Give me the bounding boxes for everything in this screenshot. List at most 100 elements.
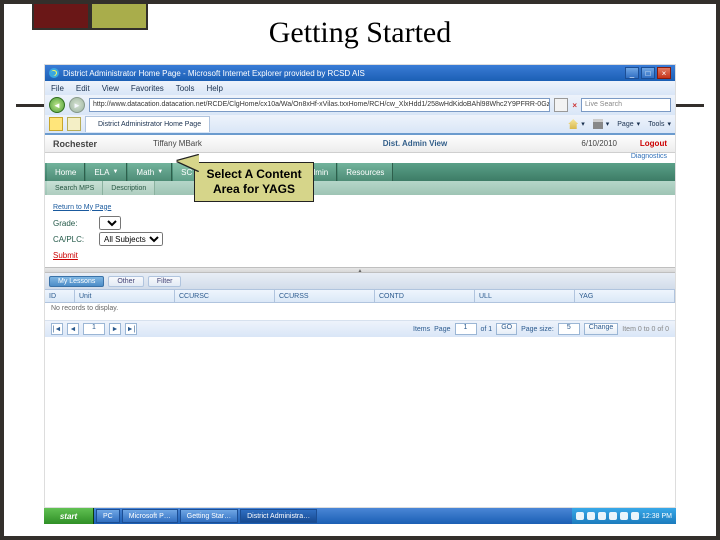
- refresh-button[interactable]: [554, 98, 568, 112]
- pager-next-button[interactable]: ►: [109, 323, 121, 335]
- browser-tab-row: District Administrator Home Page ▾ ▾ Pag…: [45, 115, 675, 133]
- taskbar-item-active[interactable]: District Administra…: [240, 509, 317, 523]
- taskbar-item[interactable]: Microsoft P…: [122, 509, 178, 523]
- tray-icon[interactable]: [598, 512, 606, 520]
- content-area-select[interactable]: All Subjects: [99, 232, 163, 246]
- add-favorites-icon[interactable]: [67, 117, 81, 131]
- app-nav-tabs: Home ELA▼ Math▼ SC▼ Grade Reports Admin …: [45, 163, 675, 181]
- filter-panel: Return to My Page Grade: CA/PLC: All Sub…: [45, 195, 675, 267]
- pager-prev-button[interactable]: ◄: [67, 323, 79, 335]
- system-tray[interactable]: 12:38 PM: [572, 508, 676, 524]
- menu-favorites[interactable]: Favorites: [131, 84, 164, 93]
- window-title: District Administrator Home Page - Micro…: [63, 69, 625, 78]
- maximize-button[interactable]: □: [641, 67, 655, 79]
- tab-math[interactable]: Math▼: [128, 163, 172, 181]
- menu-tools[interactable]: Tools: [176, 84, 195, 93]
- windows-taskbar: start PC Microsoft P… Getting Star… Dist…: [44, 508, 676, 524]
- menu-file[interactable]: File: [51, 84, 64, 93]
- grid-col-ccursc[interactable]: CCURSC: [175, 290, 275, 302]
- pager-last-button[interactable]: ►|: [125, 323, 137, 335]
- tray-clock: 12:38 PM: [642, 513, 672, 520]
- pager-of: of 1: [481, 326, 493, 333]
- start-button[interactable]: start: [44, 508, 94, 524]
- minimize-button[interactable]: _: [625, 67, 639, 79]
- tray-icon[interactable]: [587, 512, 595, 520]
- pager-page-label: Page: [434, 326, 450, 333]
- address-bar[interactable]: http://www.datacation.datacation.net/RCD…: [89, 98, 550, 112]
- grade-select[interactable]: [99, 216, 121, 230]
- taskbar-item[interactable]: PC: [96, 509, 120, 523]
- pager-item-count: Item 0 to 0 of 0: [622, 326, 669, 333]
- logout-link[interactable]: Logout: [617, 139, 667, 148]
- close-icon[interactable]: ×: [572, 101, 577, 110]
- favorites-icon[interactable]: [49, 117, 63, 131]
- current-date: 6/10/2010: [557, 139, 617, 148]
- taskbar-item[interactable]: Getting Star…: [180, 509, 238, 523]
- filter-button[interactable]: Filter: [148, 276, 182, 287]
- district-label: Rochester: [53, 139, 153, 149]
- menu-help[interactable]: Help: [206, 84, 222, 93]
- tab-resources[interactable]: Resources: [338, 163, 393, 181]
- pager-change-button[interactable]: Change: [584, 323, 619, 335]
- menu-edit[interactable]: Edit: [76, 84, 90, 93]
- pager-page-size-label: Page size:: [521, 326, 554, 333]
- grid-col-yag[interactable]: YAG: [575, 290, 675, 302]
- tray-icon[interactable]: [576, 512, 584, 520]
- close-button[interactable]: ×: [657, 67, 671, 79]
- browser-tab[interactable]: District Administrator Home Page: [85, 116, 210, 132]
- tray-icon[interactable]: [631, 512, 639, 520]
- lessons-toolbar: My Lessons Other Filter: [45, 273, 675, 289]
- my-lessons-button[interactable]: My Lessons: [49, 276, 104, 287]
- tray-icon[interactable]: [620, 512, 628, 520]
- pager-page-size-input[interactable]: 5: [558, 323, 580, 335]
- embedded-screenshot: District Administrator Home Page - Micro…: [44, 64, 676, 508]
- slide-frame: Getting Started District Administrator H…: [0, 0, 720, 540]
- user-name: Tiffany MBark: [153, 139, 273, 148]
- subtab-description[interactable]: Description: [103, 181, 155, 195]
- content-area-label: CA/PLC:: [53, 235, 93, 244]
- grid-pager: |◄ ◄ 1 ► ►| Items Page 1 of 1 GO Page si…: [45, 321, 675, 337]
- grid-col-unit[interactable]: Unit: [75, 290, 175, 302]
- pager-items-label: Items: [413, 326, 430, 333]
- chevron-down-icon: ▼: [112, 169, 118, 175]
- grid-col-contd[interactable]: CONTD: [375, 290, 475, 302]
- grid-col-ull[interactable]: ULL: [475, 290, 575, 302]
- menu-view[interactable]: View: [102, 84, 119, 93]
- back-button[interactable]: ◄: [49, 97, 65, 113]
- grid-empty-message: No records to display.: [45, 303, 675, 321]
- toolbar-page[interactable]: Page ▾: [617, 119, 640, 129]
- internet-explorer-icon: [49, 68, 59, 78]
- submit-button[interactable]: Submit: [53, 251, 78, 260]
- printer-icon: [593, 119, 603, 129]
- pager-first-button[interactable]: |◄: [51, 323, 63, 335]
- subtab-search[interactable]: Search MPS: [47, 181, 103, 195]
- browser-tab-label: District Administrator Home Page: [98, 121, 201, 128]
- toolbar-tools[interactable]: Tools ▾: [648, 119, 671, 129]
- window-titlebar: District Administrator Home Page - Micro…: [45, 65, 675, 81]
- pager-page-input[interactable]: 1: [83, 323, 105, 335]
- grid-col-id[interactable]: ID: [45, 290, 75, 302]
- grid-col-ccurss[interactable]: CCURSS: [275, 290, 375, 302]
- browser-menubar: File Edit View Favorites Tools Help: [45, 81, 675, 95]
- callout-text: Select A Content Area for YAGS: [206, 167, 301, 196]
- slide-title: Getting Started: [4, 16, 716, 50]
- forward-button[interactable]: ►: [69, 97, 85, 113]
- browser-address-row: ◄ ► http://www.datacation.datacation.net…: [45, 95, 675, 115]
- empty-content-area: [45, 337, 675, 508]
- browser-search-input[interactable]: Live Search: [581, 98, 671, 112]
- other-button[interactable]: Other: [108, 276, 144, 287]
- tab-home[interactable]: Home: [47, 163, 85, 181]
- tray-icon[interactable]: [609, 512, 617, 520]
- diagnostics-link[interactable]: Diagnostics: [45, 153, 675, 163]
- home-icon: [568, 119, 578, 129]
- pager-go-button[interactable]: GO: [496, 323, 517, 335]
- grade-label: Grade:: [53, 219, 93, 228]
- tab-ela[interactable]: ELA▼: [86, 163, 127, 181]
- toolbar-home[interactable]: ▾: [568, 119, 585, 129]
- toolbar-print[interactable]: ▾: [593, 119, 610, 129]
- app-subtabs: Search MPS Description: [45, 181, 675, 195]
- app-header: Rochester Tiffany MBark Dist. Admin View…: [45, 135, 675, 153]
- pager-page-of-input[interactable]: 1: [455, 323, 477, 335]
- reset-link[interactable]: Return to My Page: [53, 204, 111, 211]
- chevron-down-icon: ▼: [157, 169, 163, 175]
